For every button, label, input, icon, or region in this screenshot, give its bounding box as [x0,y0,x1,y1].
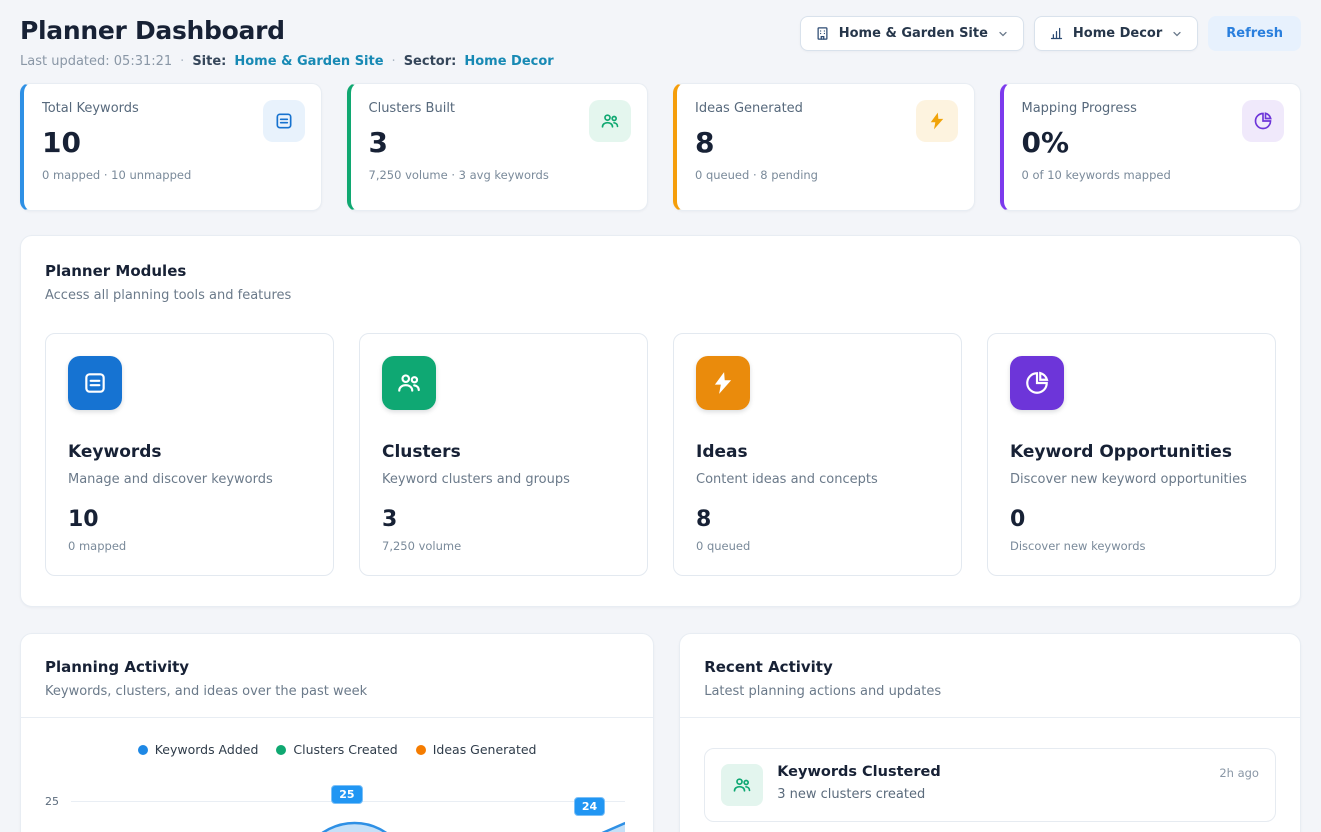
activity-list-item[interactable]: Keywords Clustered 3 new clusters create… [704,748,1276,822]
chevron-down-icon [997,28,1009,40]
legend-dot-green [276,745,286,755]
bar-chart-icon [1049,26,1064,41]
stats-row: Total Keywords 10 0 mapped · 10 unmapped… [20,83,1301,211]
module-subtext: 7,250 volume [382,539,625,553]
module-title: Clusters [382,442,625,462]
module-description: Keyword clusters and groups [382,472,625,487]
module-card-clusters[interactable]: Clusters Keyword clusters and groups 3 7… [359,333,648,576]
activity-item-title: Keywords Clustered [777,764,941,780]
data-point-label: 24 [574,797,605,816]
site-dropdown-label: Home & Garden Site [839,26,988,41]
planning-activity-subtitle: Keywords, clusters, and ideas over the p… [45,684,629,699]
activity-content: Keywords Clustered 3 new clusters create… [777,764,941,802]
lightning-icon [696,356,750,410]
recent-activity-body: Keywords Clustered 3 new clusters create… [680,718,1300,832]
users-icon [721,764,763,806]
sector-link[interactable]: Home Decor [464,54,553,69]
chart-legend: Keywords Added Clusters Created Ideas Ge… [45,742,629,757]
document-icon [263,100,305,142]
stat-subtext: 0 queued · 8 pending [695,168,956,182]
sector-label: Sector: [404,54,457,69]
recent-activity-header: Recent Activity Latest planning actions … [680,634,1300,718]
separator-dot: · [392,54,396,69]
legend-dot-blue [138,745,148,755]
lightning-icon [916,100,958,142]
document-icon [68,356,122,410]
module-title: Keyword Opportunities [1010,442,1253,462]
last-updated-text: Last updated: 05:31:21 [20,54,172,69]
header-left: Planner Dashboard Last updated: 05:31:21… [20,16,554,69]
data-point-label: 25 [331,785,362,804]
modules-section-subtitle: Access all planning tools and features [45,288,1276,303]
site-dropdown[interactable]: Home & Garden Site [800,16,1024,51]
planning-activity-body: Keywords Added Clusters Created Ideas Ge… [21,718,653,832]
users-icon [589,100,631,142]
page-title: Planner Dashboard [20,16,554,45]
y-axis-tick: 25 [45,795,59,808]
module-card-ideas[interactable]: Ideas Content ideas and concepts 8 0 que… [673,333,962,576]
stat-subtext: 0 of 10 keywords mapped [1022,168,1283,182]
legend-item-clusters-created[interactable]: Clusters Created [276,742,397,757]
sector-dropdown[interactable]: Home Decor [1034,16,1198,51]
module-value: 8 [696,507,939,532]
stat-card-clusters-built[interactable]: Clusters Built 3 7,250 volume · 3 avg ke… [347,83,649,211]
activity-chart: 25 25 24 [45,773,629,832]
planning-activity-panel: Planning Activity Keywords, clusters, an… [20,633,654,832]
pie-chart-icon [1242,100,1284,142]
planning-activity-title: Planning Activity [45,658,629,676]
module-subtext: 0 mapped [68,539,311,553]
planner-dashboard-page: Planner Dashboard Last updated: 05:31:21… [0,0,1321,832]
site-label: Site: [192,54,226,69]
site-link[interactable]: Home & Garden Site [234,54,383,69]
recent-activity-panel: Recent Activity Latest planning actions … [679,633,1301,832]
stat-card-mapping-progress[interactable]: Mapping Progress 0% 0 of 10 keywords map… [1000,83,1302,211]
bottom-row: Planning Activity Keywords, clusters, an… [20,633,1301,832]
recent-activity-title: Recent Activity [704,658,1276,676]
modules-grid: Keywords Manage and discover keywords 10… [45,333,1276,576]
stat-card-ideas-generated[interactable]: Ideas Generated 8 0 queued · 8 pending [673,83,975,211]
sector-dropdown-label: Home Decor [1073,26,1162,41]
module-value: 10 [68,507,311,532]
separator-dot: · [180,54,184,69]
module-subtext: Discover new keywords [1010,539,1253,553]
module-subtext: 0 queued [696,539,939,553]
legend-item-keywords-added[interactable]: Keywords Added [138,742,259,757]
planner-modules-section: Planner Modules Access all planning tool… [20,235,1301,607]
module-value: 0 [1010,507,1253,532]
legend-label: Ideas Generated [433,742,537,757]
chevron-down-icon [1171,28,1183,40]
modules-section-title: Planner Modules [45,262,1276,280]
module-description: Manage and discover keywords [68,472,311,487]
stat-subtext: 7,250 volume · 3 avg keywords [369,168,630,182]
legend-item-ideas-generated[interactable]: Ideas Generated [416,742,537,757]
module-title: Ideas [696,442,939,462]
header-actions: Home & Garden Site Home Decor Refresh [800,16,1301,51]
pie-chart-icon [1010,356,1064,410]
page-header: Planner Dashboard Last updated: 05:31:21… [20,16,1301,69]
module-description: Content ideas and concepts [696,472,939,487]
activity-item-description: 3 new clusters created [777,787,941,802]
module-card-keyword-opportunities[interactable]: Keyword Opportunities Discover new keywo… [987,333,1276,576]
module-description: Discover new keyword opportunities [1010,472,1253,487]
activity-item-time: 2h ago [1219,764,1259,780]
module-title: Keywords [68,442,311,462]
legend-label: Keywords Added [155,742,259,757]
page-subtitle: Last updated: 05:31:21 · Site: Home & Ga… [20,54,554,69]
planning-activity-header: Planning Activity Keywords, clusters, an… [21,634,653,718]
recent-activity-subtitle: Latest planning actions and updates [704,684,1276,699]
module-card-keywords[interactable]: Keywords Manage and discover keywords 10… [45,333,334,576]
stat-subtext: 0 mapped · 10 unmapped [42,168,303,182]
stat-card-total-keywords[interactable]: Total Keywords 10 0 mapped · 10 unmapped [20,83,322,211]
module-value: 3 [382,507,625,532]
building-icon [815,26,830,41]
refresh-button[interactable]: Refresh [1208,16,1301,51]
users-icon [382,356,436,410]
legend-dot-orange [416,745,426,755]
legend-label: Clusters Created [293,742,397,757]
